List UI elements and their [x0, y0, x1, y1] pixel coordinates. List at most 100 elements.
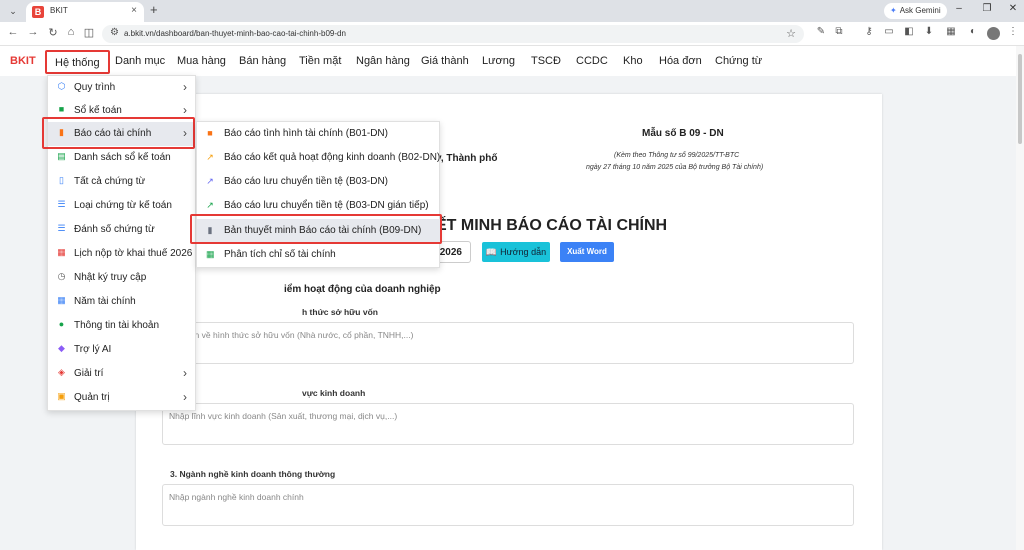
gemini-sparkle-icon: ✦ — [890, 6, 897, 15]
nav-gia-thanh[interactable]: Giá thành — [421, 55, 469, 67]
nav-danh-muc[interactable]: Danh mục — [115, 55, 165, 67]
book-icon: 📖 — [485, 247, 498, 257]
numbered-list-icon: ☰ — [57, 223, 66, 233]
menu-item-loai-chung-tu[interactable]: ☰ Loại chứng từ kế toán — [48, 194, 197, 218]
menu-label: Giải trí — [74, 368, 104, 379]
menu-item-danh-so-chung-tu[interactable]: ☰ Đánh số chứng từ — [48, 218, 197, 242]
ownership-textarea[interactable]: hông tin về hình thức sở hữu vốn (Nhà nư… — [162, 322, 854, 364]
trend-icon: ↗ — [206, 200, 214, 210]
nav-kho[interactable]: Kho — [623, 55, 643, 67]
menu-label: Lịch nộp tờ khai thuế 2026 — [74, 248, 193, 259]
menu-item-nhat-ky-truy-cap[interactable]: ◷ Nhật ký truy cập — [48, 266, 197, 290]
more-menu-icon[interactable]: ⋮ — [1006, 26, 1020, 37]
document-icon: ▯ — [59, 175, 64, 185]
chevron-right-icon: › — [183, 80, 187, 94]
split-view-icon[interactable]: ◫ — [82, 26, 96, 39]
export-word-button[interactable]: Xuất Word — [560, 242, 614, 262]
nav-hoa-don[interactable]: Hóa đơn — [659, 55, 702, 67]
tab-search-icon[interactable]: ⌄ — [4, 3, 22, 19]
calendar-icon: ▦ — [57, 247, 66, 257]
page-scrollbar[interactable] — [1016, 46, 1024, 550]
menu-label: Quản trị — [74, 392, 110, 403]
guide-button[interactable]: 📖 Hướng dẫn — [482, 242, 550, 262]
menu-label: Trợ lý AI — [74, 344, 112, 355]
nav-ccdc[interactable]: CCDC — [576, 55, 608, 67]
menu-label: Thông tin tài khoản — [74, 320, 160, 331]
menu-item-thong-tin-tai-khoan[interactable]: ● Thông tin tài khoản — [48, 314, 197, 338]
nav-luong[interactable]: Lương — [482, 55, 515, 67]
menu-item-tat-ca-chung-tu[interactable]: ▯ Tất cả chứng từ — [48, 170, 197, 194]
menu-label: Năm tài chính — [74, 296, 136, 307]
workflow-icon: ⬡ — [57, 81, 66, 91]
legal-basis-line2: ngày 27 tháng 10 năm 2025 của Bộ trưởng … — [586, 164, 764, 171]
scrollbar-thumb[interactable] — [1018, 54, 1022, 144]
section-heading: iểm hoạt động của doanh nghiệp — [284, 284, 441, 295]
submenu-item-b02[interactable]: ↗ Báo cáo kết quả hoạt động kinh doanh (… — [197, 146, 441, 170]
bkit-logo[interactable]: BKIT — [10, 55, 36, 67]
business-area-textarea[interactable]: Nhập lĩnh vực kinh doanh (Sản xuất, thươ… — [162, 403, 854, 445]
nav-he-thong[interactable]: Hệ thống — [45, 50, 110, 74]
menu-item-nam-tai-chinh[interactable]: ▦ Năm tài chính — [48, 290, 197, 314]
home-icon[interactable]: ⌂ — [64, 26, 78, 38]
document-title: ẾT MINH BÁO CÁO TÀI CHÍNH — [436, 217, 668, 234]
menu-item-giai-tri[interactable]: ◈ Giải trí › — [48, 362, 197, 386]
nav-tien-mat[interactable]: Tiền mặt — [299, 55, 341, 67]
maximize-icon[interactable]: ❐ — [978, 3, 996, 14]
forward-icon[interactable]: → — [26, 26, 40, 38]
field-label-ownership: h thức sở hữu vốn — [302, 307, 378, 317]
lock-icon: ▣ — [57, 391, 66, 401]
site-info-icon[interactable]: ⚙ — [110, 27, 119, 38]
browser-tab[interactable]: B BKIT × — [26, 2, 144, 22]
card-icon[interactable]: ▭ — [882, 26, 896, 37]
address-bar[interactable]: ⚙ a.bkit.vn/dashboard/ban-thuyet-minh-ba… — [102, 25, 804, 43]
ask-gemini-button[interactable]: ✦ Ask Gemini — [884, 3, 947, 19]
nav-tscd[interactable]: TSCĐ — [531, 55, 561, 67]
tab-title: BKIT — [50, 6, 68, 15]
submenu-label: Báo cáo kết quả hoạt động kinh doanh (B0… — [224, 152, 441, 163]
menu-label: Quy trình — [74, 82, 116, 93]
menu-item-quan-tri[interactable]: ▣ Quản trị › — [48, 386, 197, 410]
nav-ngan-hang[interactable]: Ngân hàng — [356, 55, 410, 67]
chevron-right-icon: › — [183, 103, 187, 117]
bkit-favicon-icon: B — [32, 6, 44, 18]
bookmark-star-icon[interactable]: ☆ — [786, 27, 796, 40]
close-tab-icon[interactable]: × — [131, 5, 137, 16]
minimize-icon[interactable]: – — [950, 3, 968, 14]
app-navbar: BKIT Hệ thống Danh mục Mua hàng Bán hàng… — [0, 46, 1024, 76]
menu-item-danh-sach-so-ke-toan[interactable]: ▤ Danh sách sổ kế toán — [48, 146, 197, 170]
submenu-item-b03[interactable]: ↗ Báo cáo lưu chuyển tiền tệ (B03-DN) — [197, 170, 441, 194]
menu-label: Đánh số chứng từ — [74, 224, 155, 235]
submenu-item-phan-tich[interactable]: ▦ Phân tích chỉ số tài chính — [197, 243, 441, 267]
submenu-label: Báo cáo tình hình tài chính (B01-DN) — [224, 128, 388, 139]
menu-item-quy-trinh[interactable]: ⬡ Quy trình › — [48, 76, 197, 100]
extension-icon[interactable]: ✎ — [814, 26, 828, 37]
menu-item-tro-ly-ai[interactable]: ◆ Trợ lý AI — [48, 338, 197, 362]
profile-avatar[interactable] — [987, 27, 1000, 40]
browser-toolbar: ← → ↻ ⌂ ◫ ⚙ a.bkit.vn/dashboard/ban-thuy… — [0, 22, 1024, 46]
menu-label: Sổ kế toán — [74, 105, 122, 116]
menu-label: Danh sách sổ kế toán — [74, 152, 171, 163]
key-icon[interactable]: ⚷ — [862, 26, 876, 37]
user-icon: ● — [58, 319, 65, 329]
back-icon[interactable]: ← — [6, 26, 20, 38]
history-icon: ◷ — [57, 271, 66, 281]
bao-cao-tai-chinh-submenu: ■ Báo cáo tình hình tài chính (B01-DN) ↗… — [196, 121, 441, 268]
extensions-puzzle-icon[interactable]: ⧉ — [832, 26, 846, 37]
nav-chung-tu[interactable]: Chứng từ — [715, 55, 762, 67]
tab-groups-icon[interactable]: ▦ — [944, 26, 958, 37]
submenu-item-b01[interactable]: ■ Báo cáo tình hình tài chính (B01-DN) — [197, 122, 441, 146]
close-window-icon[interactable]: ✕ — [1004, 3, 1022, 14]
nav-ban-hang[interactable]: Bán hàng — [239, 55, 286, 67]
submenu-label: Báo cáo lưu chuyển tiền tệ (B03-DN gián … — [224, 200, 429, 211]
browser-tab-strip: ⌄ B BKIT × + ✦ Ask Gemini – ❐ ✕ — [0, 0, 1024, 22]
book-icon: ■ — [58, 104, 65, 114]
sidebar-icon[interactable]: ◧ — [902, 26, 916, 37]
downloads-icon[interactable]: ⬇ — [922, 26, 936, 37]
company-address: y, Thành phố — [436, 153, 498, 164]
business-line-textarea[interactable]: Nhập ngành nghề kinh doanh chính — [162, 484, 854, 526]
new-tab-icon[interactable]: + — [150, 2, 158, 17]
nav-mua-hang[interactable]: Mua hàng — [177, 55, 226, 67]
profile-sync-icon[interactable]: ◐ — [966, 26, 980, 37]
menu-item-lich-nop-to-khai[interactable]: ▦ Lịch nộp tờ khai thuế 2026 — [48, 242, 197, 266]
reload-icon[interactable]: ↻ — [46, 26, 60, 39]
